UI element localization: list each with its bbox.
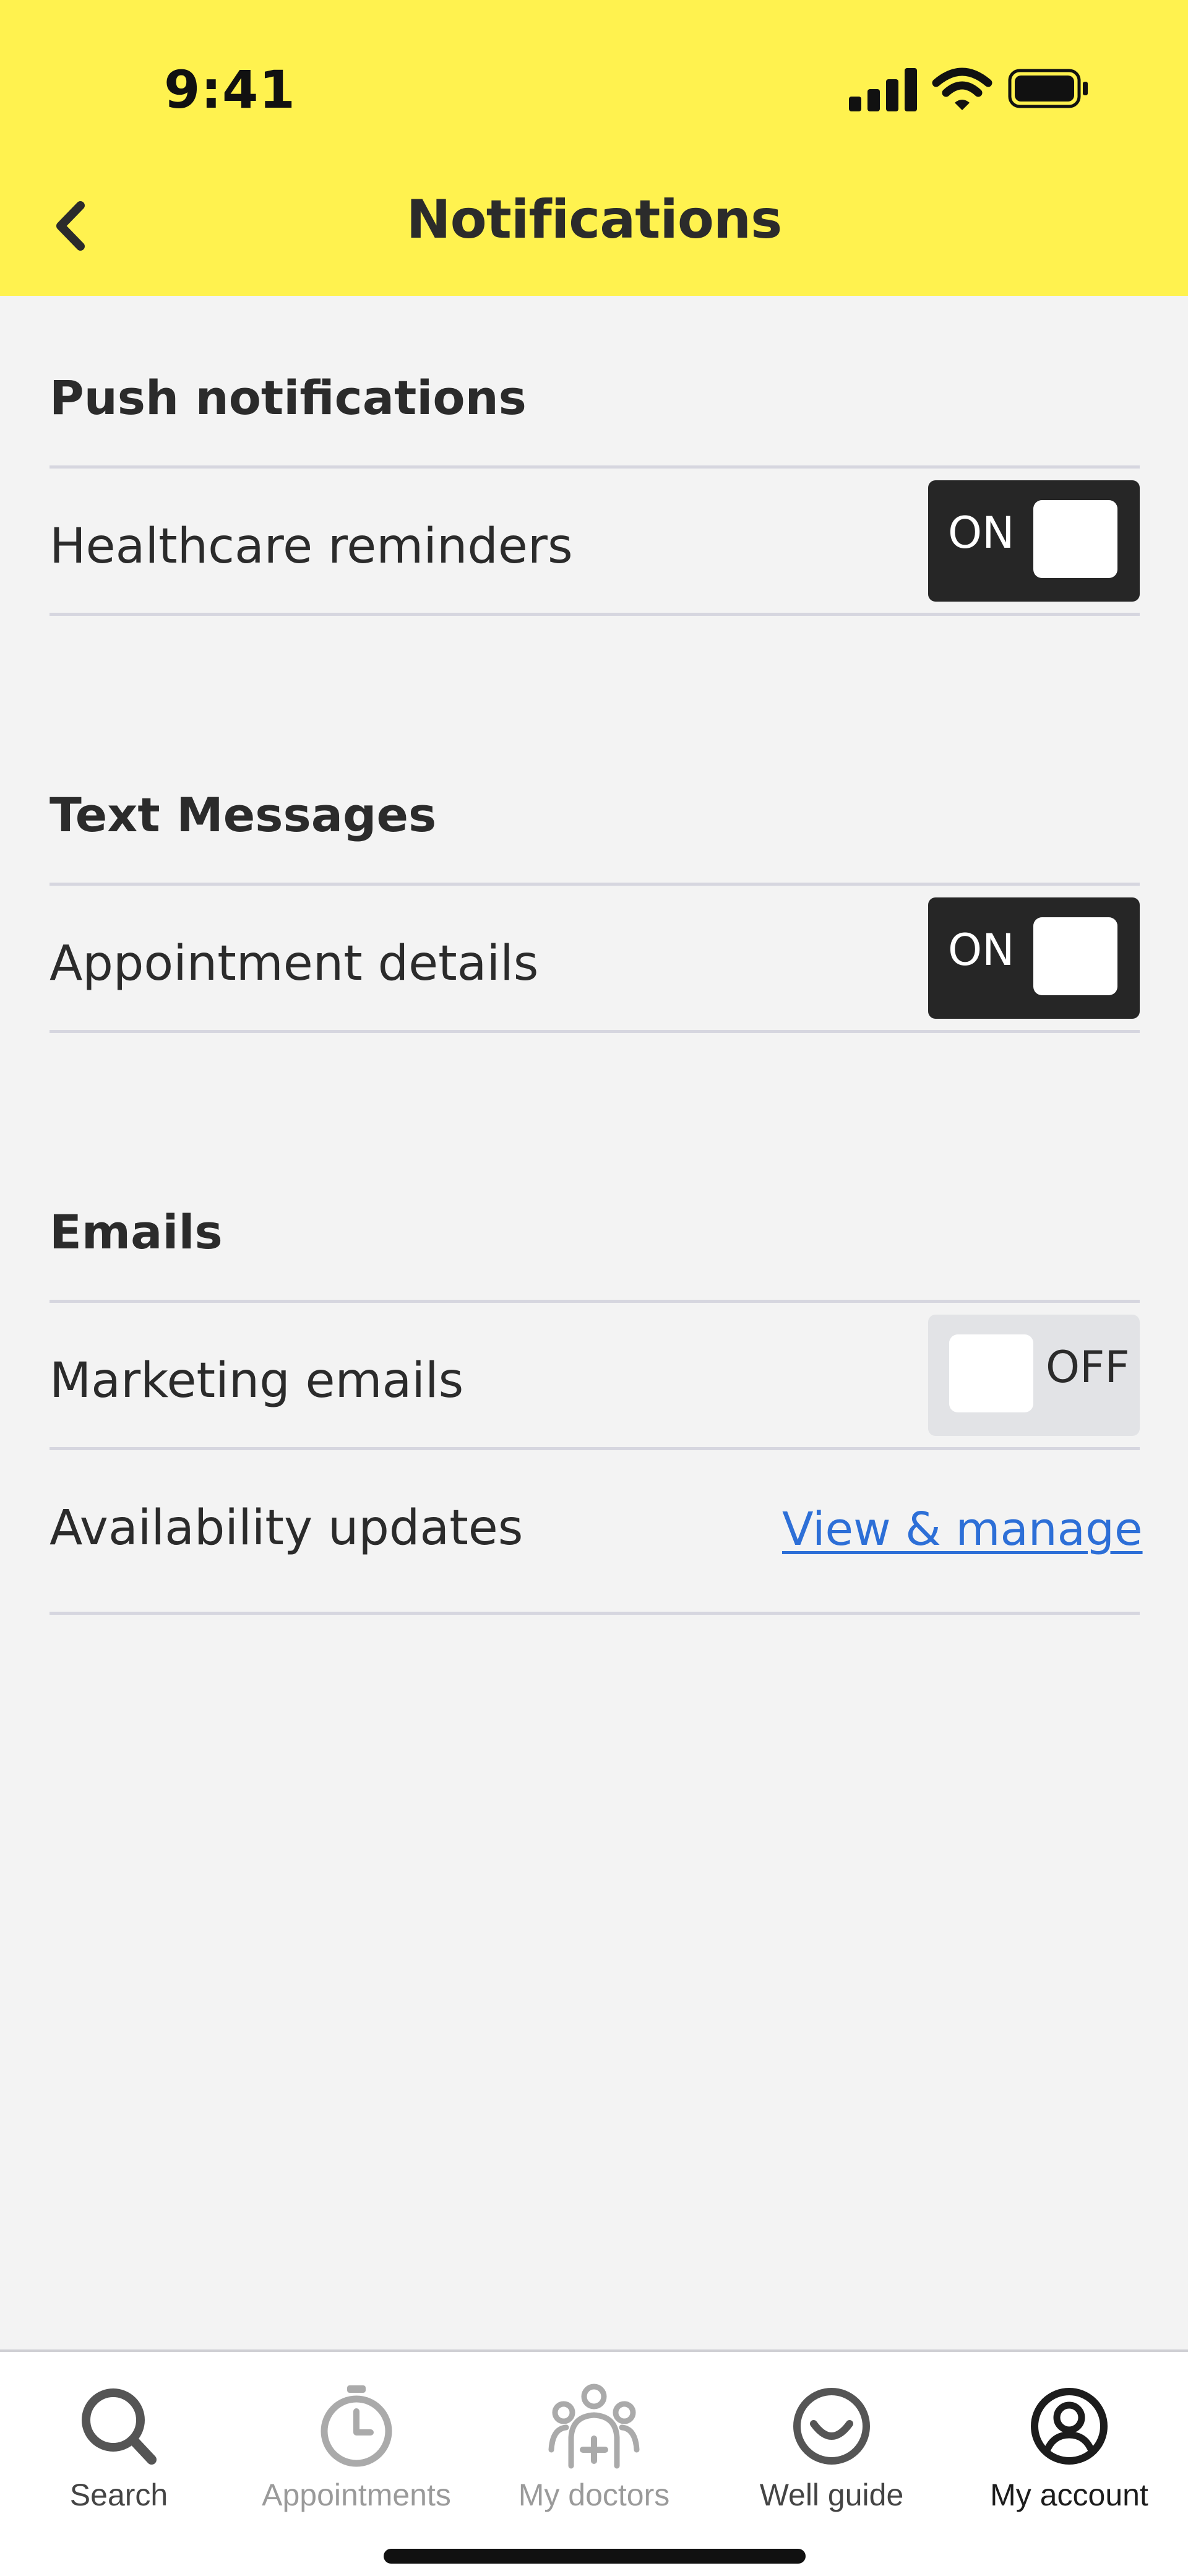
divider	[50, 465, 1140, 469]
toggle-knob	[949, 1334, 1033, 1412]
divider	[50, 1447, 1140, 1450]
section-title-emails: Emails	[50, 1204, 223, 1260]
toggle-state-text: ON	[948, 508, 1015, 558]
header-bar: 9:41 Notifications	[0, 0, 1188, 296]
status-time: 9:41	[164, 59, 296, 120]
row-label-availability-updates: Availability updates	[50, 1500, 523, 1556]
tab-well-guide[interactable]: Well guide	[713, 2377, 950, 2525]
toggle-appointment-details[interactable]: ON	[928, 897, 1140, 1019]
toggle-healthcare-reminders[interactable]: ON	[928, 480, 1140, 602]
tab-search[interactable]: Search	[0, 2377, 238, 2525]
clock-icon	[321, 2385, 392, 2467]
home-indicator	[384, 2549, 806, 2564]
view-manage-link[interactable]: View & manage	[782, 1503, 1143, 1556]
tab-label: Appointments	[262, 2478, 451, 2512]
section-title-push: Push notifications	[50, 370, 527, 425]
row-label-marketing-emails: Marketing emails	[50, 1353, 464, 1409]
divider	[50, 613, 1140, 616]
wifi-icon	[932, 67, 992, 110]
tab-label: Search	[69, 2478, 168, 2512]
toggle-knob	[1033, 500, 1117, 578]
divider	[50, 1300, 1140, 1303]
bottom-tab-bar: Search Appointments My doctors Well guid…	[0, 2349, 1188, 2576]
toggle-marketing-emails[interactable]: OFF	[928, 1315, 1140, 1436]
page-title: Notifications	[406, 189, 783, 251]
doctors-icon	[548, 2384, 640, 2469]
row-label-healthcare-reminders: Healthcare reminders	[50, 519, 573, 574]
section-title-text-messages: Text Messages	[50, 787, 437, 842]
divider	[50, 1612, 1140, 1615]
tab-my-account[interactable]: My account	[950, 2377, 1188, 2525]
divider	[50, 1030, 1140, 1033]
tab-label: Well guide	[759, 2478, 904, 2512]
status-icons	[849, 67, 1088, 111]
tab-my-doctors[interactable]: My doctors	[475, 2377, 713, 2525]
toggle-state-text: OFF	[1046, 1342, 1130, 1393]
toggle-state-text: ON	[948, 925, 1015, 975]
tab-appointments[interactable]: Appointments	[238, 2377, 475, 2525]
battery-icon	[1008, 69, 1088, 108]
toggle-knob	[1033, 917, 1117, 995]
search-icon	[82, 2388, 157, 2465]
divider	[50, 883, 1140, 886]
cellular-signal-icon	[849, 68, 917, 111]
tab-label: My doctors	[518, 2478, 670, 2512]
account-icon	[1031, 2388, 1108, 2465]
row-label-appointment-details: Appointment details	[50, 936, 539, 992]
smile-icon	[793, 2388, 870, 2465]
tab-label: My account	[990, 2478, 1148, 2512]
